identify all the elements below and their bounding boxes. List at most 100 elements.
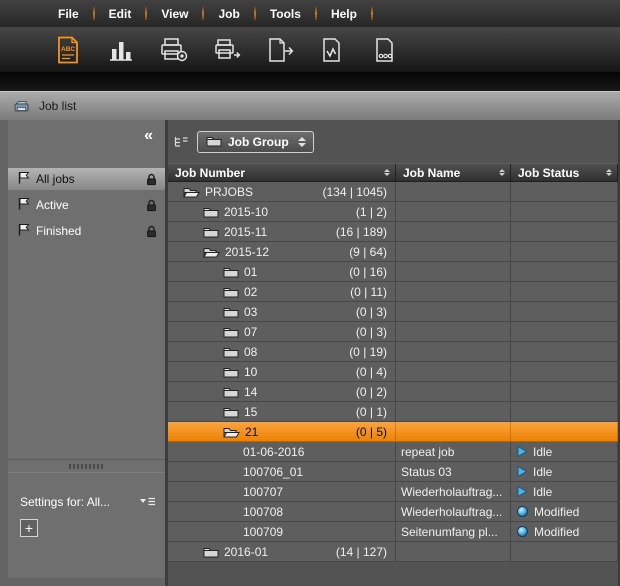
job-count: (0 | 19) [349,345,387,359]
menu-item-tools[interactable]: Tools [258,3,313,25]
job-group-row[interactable]: 2015-11(16 | 189) [168,222,618,242]
job-number: PRJOBS [205,185,253,199]
job-status-label: Modified [534,505,579,519]
job-number-cell: 10(0 | 4) [168,362,396,381]
spinner-arrows-icon[interactable] [298,137,306,147]
job-row[interactable]: 100709Seitenumfang pl...Modified [168,522,618,542]
job-status-label: Idle [533,485,552,499]
job-number-cell: 07(0 | 3) [168,322,396,341]
job-name: Wiederholauftrag... [401,485,502,499]
job-name-cell [396,182,511,201]
column-header-job-number[interactable]: Job Number [168,164,396,181]
job-status-cell [511,242,618,261]
sidebar-filter-all-jobs[interactable]: All jobs [8,168,165,190]
job-number: 2016-01 [224,545,268,559]
toolbar: ABC [0,27,620,72]
collapse-tree-icon[interactable] [174,135,189,148]
job-number: 14 [244,385,257,399]
job-group-row[interactable]: 07(0 | 3) [168,322,618,342]
menu-item-view[interactable]: View [149,3,200,25]
job-group-row[interactable]: PRJOBS (134 | 1045) [168,182,618,202]
job-number-cell: 100706_01 [168,462,396,481]
job-group-row[interactable]: 2015-12(9 | 64) [168,242,618,262]
sort-arrows-icon[interactable] [384,169,390,176]
sort-arrows-icon[interactable] [499,169,505,176]
folder-closed-icon [223,305,239,318]
folder-closed-icon [203,545,219,558]
job-name-cell [396,262,511,281]
job-number: 01 [244,265,257,279]
filter-flag-icon [17,171,30,187]
job-number-cell: 02(0 | 11) [168,282,396,301]
job-count: (1 | 2) [356,205,387,219]
sidebar-filter-active[interactable]: Active [8,194,165,216]
job-group-row[interactable]: 01 (0 | 16) [168,262,618,282]
toolbar-button[interactable]: ABC [50,32,86,68]
collapse-sidebar-button[interactable]: « [144,129,153,143]
add-filter-button[interactable]: + [20,519,38,537]
splitter-handle-icon [69,464,105,469]
job-number-cell: 01 (0 | 16) [168,262,396,281]
job-name-cell: Wiederholauftrag... [396,482,511,501]
folder-closed-icon [223,285,239,298]
content: « All jobs Active Finished Settings for: A… [0,120,620,586]
toolbar-button[interactable] [156,32,192,68]
job-status-cell [511,362,618,381]
column-header-job-name[interactable]: Job Name [396,164,511,181]
job-group-selector[interactable]: Job Group [197,131,314,153]
menu-item-job[interactable]: Job [206,3,251,25]
status-idle-icon [517,446,527,457]
settings-row: Settings for: All... [20,495,156,509]
column-header-job-status[interactable]: Job Status [511,164,618,181]
folder-open-icon [203,245,220,258]
table-body: PRJOBS (134 | 1045) 2015-10(1 | 2)2015-11(… [168,182,618,586]
job-group-row[interactable]: 08(0 | 19) [168,342,618,362]
sidebar-splitter[interactable] [8,459,165,473]
job-number: 21 [245,425,258,439]
column-label: Job Name [403,166,460,180]
job-row[interactable]: 01-06-2016repeat jobIdle [168,442,618,462]
folder-closed-icon [223,345,239,358]
settings-panel: Settings for: All... + [8,473,165,578]
job-number: 100708 [243,505,283,519]
menubar: File EditView Job Tools Help [0,0,620,27]
job-count: (0 | 3) [356,305,387,319]
job-status-cell: Idle [511,482,618,501]
job-number: 10 [244,365,257,379]
toolbar-button[interactable] [315,32,351,68]
sort-arrows-icon[interactable] [606,169,612,176]
menu-item-help[interactable]: Help [319,3,369,25]
job-number: 100709 [243,525,283,539]
job-number-cell: 100708 [168,502,396,521]
sidebar-filter-finished[interactable]: Finished [8,220,165,242]
toolbar-button[interactable] [209,32,245,68]
toolbar-button[interactable] [262,32,298,68]
job-group-row[interactable]: 02(0 | 11) [168,282,618,302]
job-number-cell: 15(0 | 1) [168,402,396,421]
job-row[interactable]: 100706_01Status 03Idle [168,462,618,482]
menu-item-file[interactable]: File [46,3,91,25]
job-group-row[interactable]: 03(0 | 3) [168,302,618,322]
job-group-row[interactable]: 10(0 | 4) [168,362,618,382]
menu-separator [315,7,317,20]
job-group-row[interactable]: 2015-10(1 | 2) [168,202,618,222]
settings-dropdown-icon[interactable] [139,496,156,508]
job-group-row[interactable]: 15(0 | 1) [168,402,618,422]
svg-text:ABC: ABC [61,46,75,53]
job-count: (134 | 1045) [323,185,388,199]
job-name: Seitenumfang pl... [401,525,498,539]
menu-item-edit[interactable]: Edit [97,3,144,25]
folder-closed-icon [203,225,219,238]
main-toolbar: Job Group [168,120,618,163]
job-group-row[interactable]: 21(0 | 5) [168,422,618,442]
printer-queue-icon [214,37,241,63]
toolbar-button[interactable] [103,32,139,68]
job-group-row[interactable]: 14(0 | 2) [168,382,618,402]
job-row[interactable]: 100707Wiederholauftrag...Idle [168,482,618,502]
job-row[interactable]: 100708Wiederholauftrag...Modified [168,502,618,522]
job-count: (0 | 16) [349,265,387,279]
toolbar-button[interactable] [368,32,404,68]
job-group-row[interactable]: 2016-01(14 | 127) [168,542,618,562]
job-name-cell [396,342,511,361]
job-status-cell: Modified [511,502,618,521]
